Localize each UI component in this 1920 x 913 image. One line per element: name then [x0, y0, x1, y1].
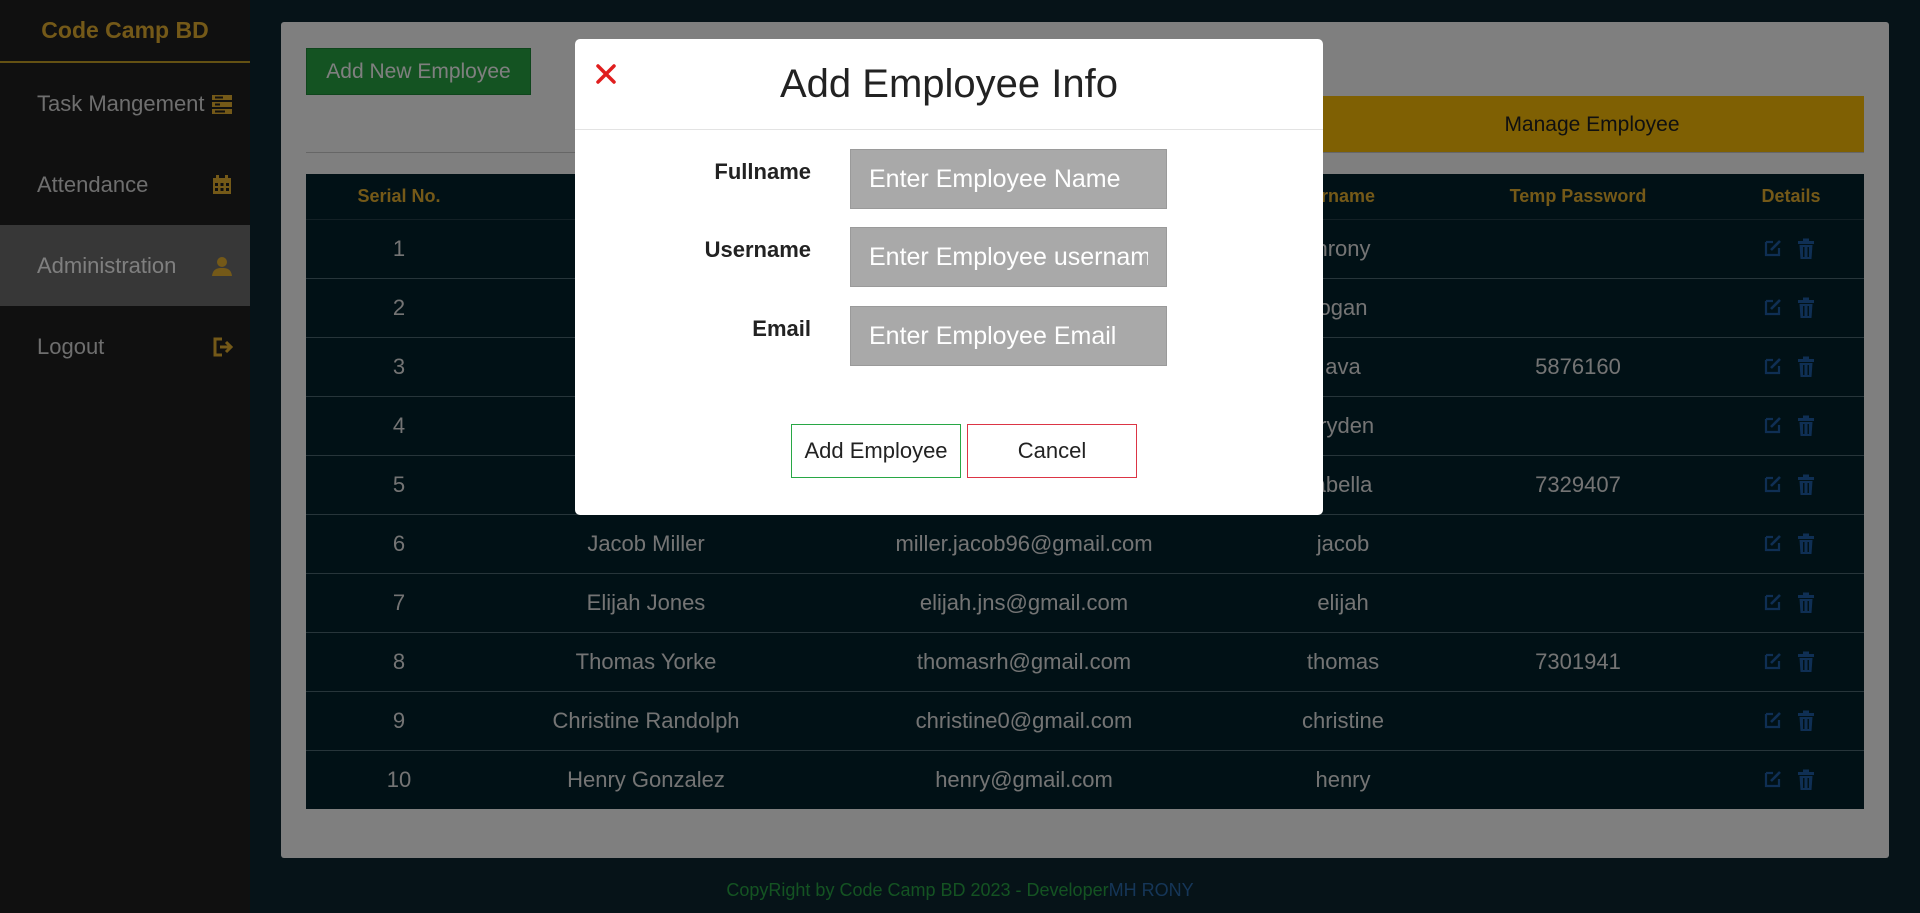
username-row: Username	[575, 227, 1323, 287]
cancel-button[interactable]: Cancel	[967, 424, 1137, 478]
add-employee-modal: Add Employee Info Fullname Username Emai…	[575, 39, 1323, 515]
add-employee-button[interactable]: Add Employee	[791, 424, 961, 478]
modal-title: Add Employee Info	[780, 61, 1118, 106]
username-input[interactable]	[850, 227, 1167, 287]
username-label: Username	[704, 237, 811, 262]
email-label: Email	[752, 316, 811, 341]
modal-header: Add Employee Info	[575, 39, 1323, 130]
fullname-row: Fullname	[575, 149, 1323, 209]
email-row: Email	[575, 306, 1323, 366]
close-icon[interactable]	[593, 61, 619, 87]
fullname-input[interactable]	[850, 149, 1167, 209]
email-input[interactable]	[850, 306, 1167, 366]
fullname-label: Fullname	[714, 159, 811, 184]
